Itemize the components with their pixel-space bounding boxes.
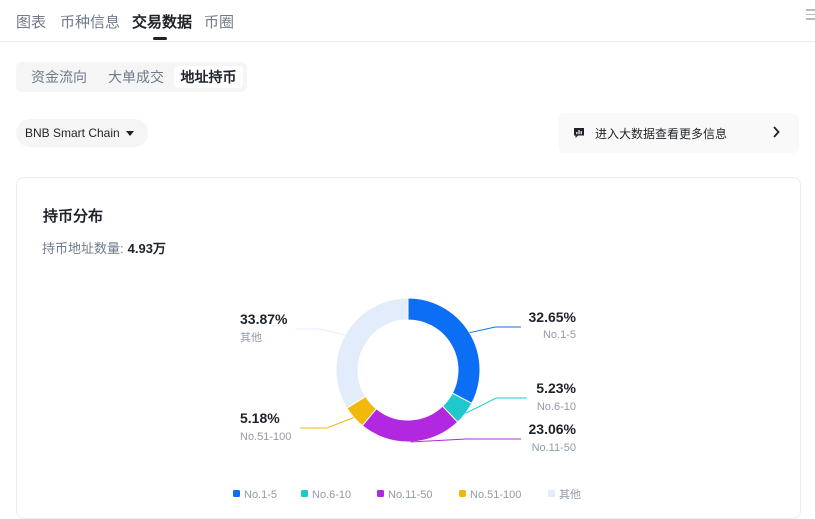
legend-item[interactable]: No.6-10 <box>301 489 351 501</box>
donut-slice[interactable] <box>407 297 481 404</box>
legend-label: No.1-5 <box>244 489 277 501</box>
slice-category-label: No.51-100 <box>240 431 291 443</box>
legend-swatch <box>233 490 240 497</box>
slice-category-label: No.11-50 <box>532 442 576 454</box>
legend-swatch <box>377 490 384 497</box>
legend-item[interactable]: No.11-50 <box>377 489 432 501</box>
slice-category-label: No.6-10 <box>537 401 576 413</box>
donut-slice[interactable] <box>335 297 409 409</box>
legend-swatch <box>301 490 308 497</box>
legend-label: No.11-50 <box>388 489 432 501</box>
legend-item[interactable]: 其他 <box>548 488 581 501</box>
leader-line <box>465 397 527 414</box>
legend-label: No.51-100 <box>470 489 521 501</box>
legend-swatch <box>548 490 555 497</box>
leader-line <box>469 326 521 334</box>
holdings-donut-chart: 32.65% No.1-5 5.23% No.6-10 23.06% No.11-50 5.… <box>233 297 581 501</box>
leader-line <box>300 417 355 429</box>
slice-percent-label: 5.23% <box>536 380 576 396</box>
slice-percent-label: 33.87% <box>240 311 288 327</box>
legend-label: 其他 <box>559 488 581 501</box>
slice-percent-label: 23.06% <box>529 421 577 437</box>
slice-category-label: 其他 <box>240 331 262 344</box>
slice-percent-label: 5.18% <box>240 410 280 426</box>
leader-line <box>296 328 346 336</box>
legend-label: No.6-10 <box>312 489 351 501</box>
slice-percent-label: 32.65% <box>529 309 577 325</box>
donut-slice[interactable] <box>361 405 459 443</box>
slice-category-label: No.1-5 <box>543 329 576 341</box>
legend-item[interactable]: No.51-100 <box>459 489 521 501</box>
legend-swatch <box>459 490 466 497</box>
legend-item[interactable]: No.1-5 <box>233 489 277 501</box>
